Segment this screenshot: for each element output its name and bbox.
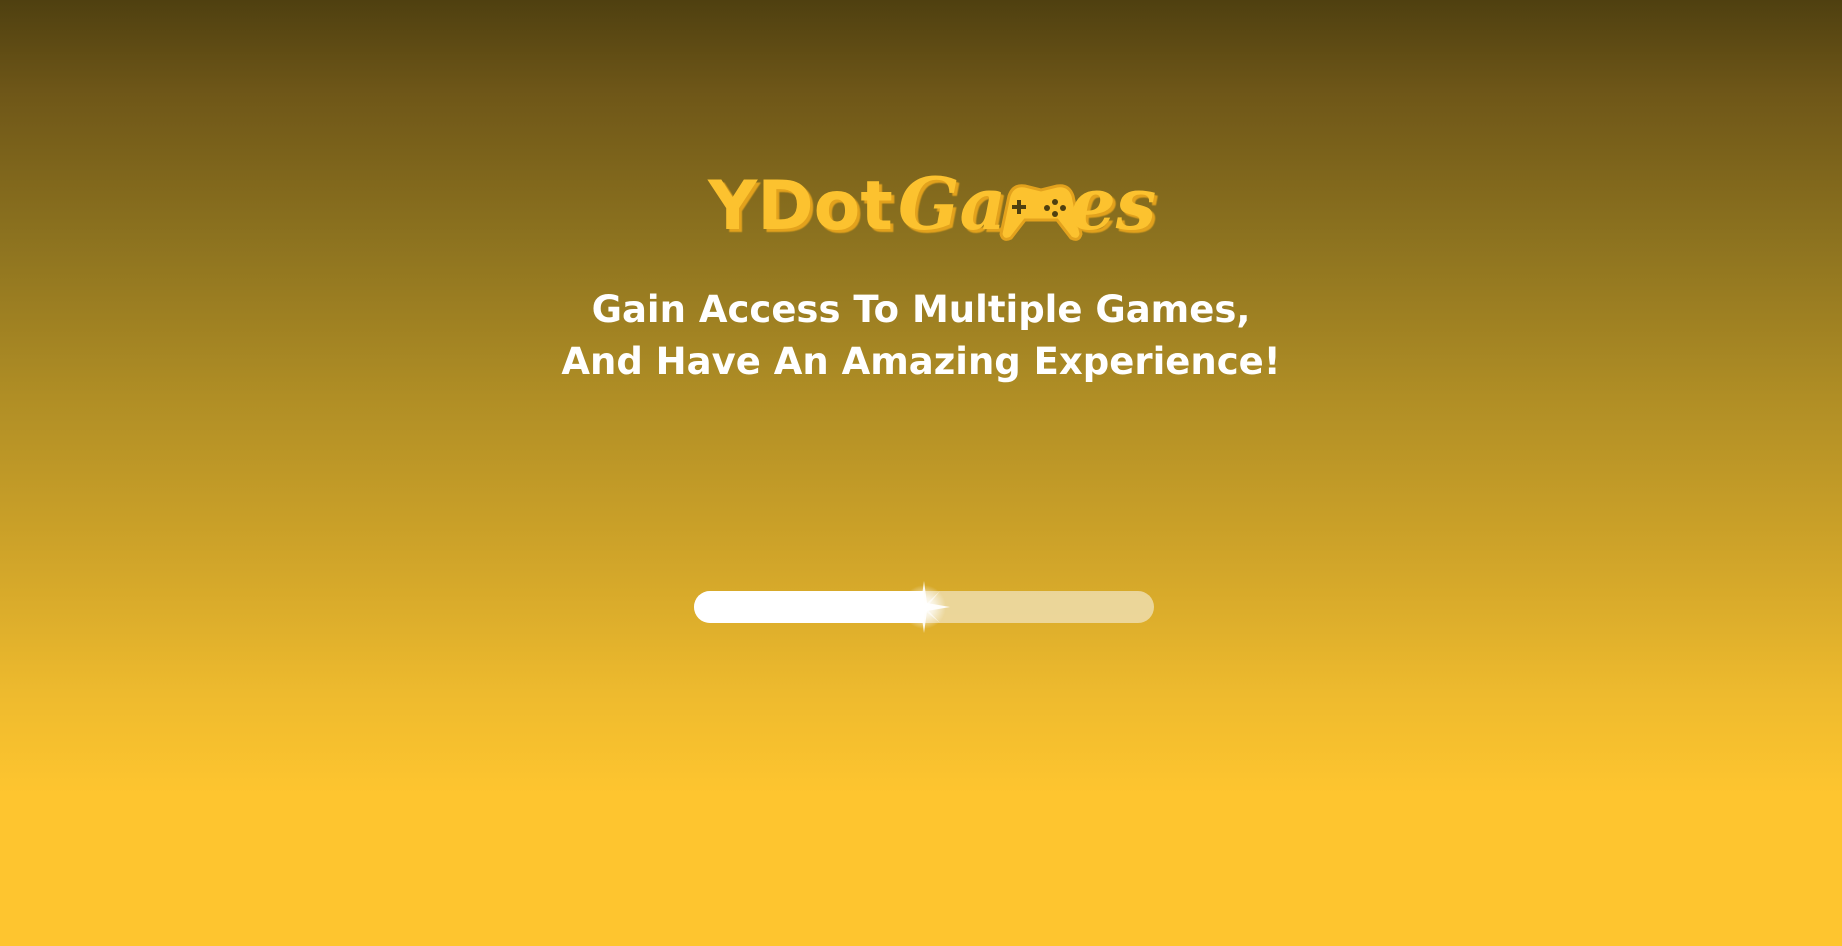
loading-progress-bar <box>694 581 1154 633</box>
logo: YDot YDot Ga Ga es es <box>0 160 1842 250</box>
logo-text-ydot: YDot <box>707 167 893 246</box>
logo-text-ga: Ga <box>898 161 1006 246</box>
tagline: Gain Access To Multiple Games, And Have … <box>0 284 1842 388</box>
logo-wordmark: YDot YDot Ga Ga es es <box>707 161 1159 249</box>
gamepad-icon <box>999 184 1083 241</box>
loading-progress-fill <box>694 591 924 623</box>
tagline-line-1: Gain Access To Multiple Games, <box>591 288 1251 331</box>
logo-text-es: es <box>1070 161 1156 246</box>
tagline-line-2: And Have An Amazing Experience! <box>561 340 1281 383</box>
